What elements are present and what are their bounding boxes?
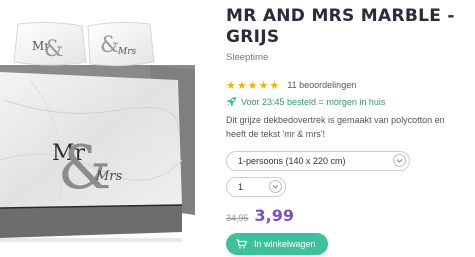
rating[interactable]: ★★★★★ 11 beoordelingen [226,79,466,92]
product-info: MR AND MRS MARBLE - GRIJS Sleeptime ★★★★… [226,6,466,255]
quantity-select[interactable]: 1 [226,177,286,197]
price: 34,95 3,99 [226,206,466,225]
brand-name[interactable]: Sleeptime [226,52,466,63]
svg-text:Mrs: Mrs [117,47,137,57]
product-description: Dit grijze dekbedovertrek is gemaakt van… [226,115,445,139]
svg-text:&: & [44,37,64,62]
chevron-down-icon [393,154,406,167]
sale-price: 3,99 [254,206,295,225]
rocket-icon [226,96,237,107]
svg-text:&: & [100,33,120,58]
add-to-cart-button[interactable]: In winkelwagen [226,233,328,255]
size-select[interactable]: 1-persoons (140 x 220 cm) [226,151,410,171]
product-image[interactable]: Mr & & Mrs Mr & Mrs [0,10,195,242]
svg-text:&: & [58,133,111,203]
quantity-value: 1 [238,182,244,192]
product-title: MR AND MRS MARBLE - GRIJS [226,6,455,47]
star-rating-icon: ★★★★★ [226,79,281,92]
svg-text:Mrs: Mrs [95,169,123,184]
delivery-info: Voor 23:45 besteld = morgen in huis [226,96,466,107]
add-to-cart-label: In winkelwagen [254,239,316,249]
cart-icon [236,239,247,249]
rating-count[interactable]: 11 beoordelingen [287,80,356,90]
delivery-text: Voor 23:45 besteld = morgen in huis [241,96,386,107]
size-select-value: 1-persoons (140 x 220 cm) [238,156,346,166]
original-price: 34,95 [226,213,249,223]
chevron-down-icon [269,180,282,193]
